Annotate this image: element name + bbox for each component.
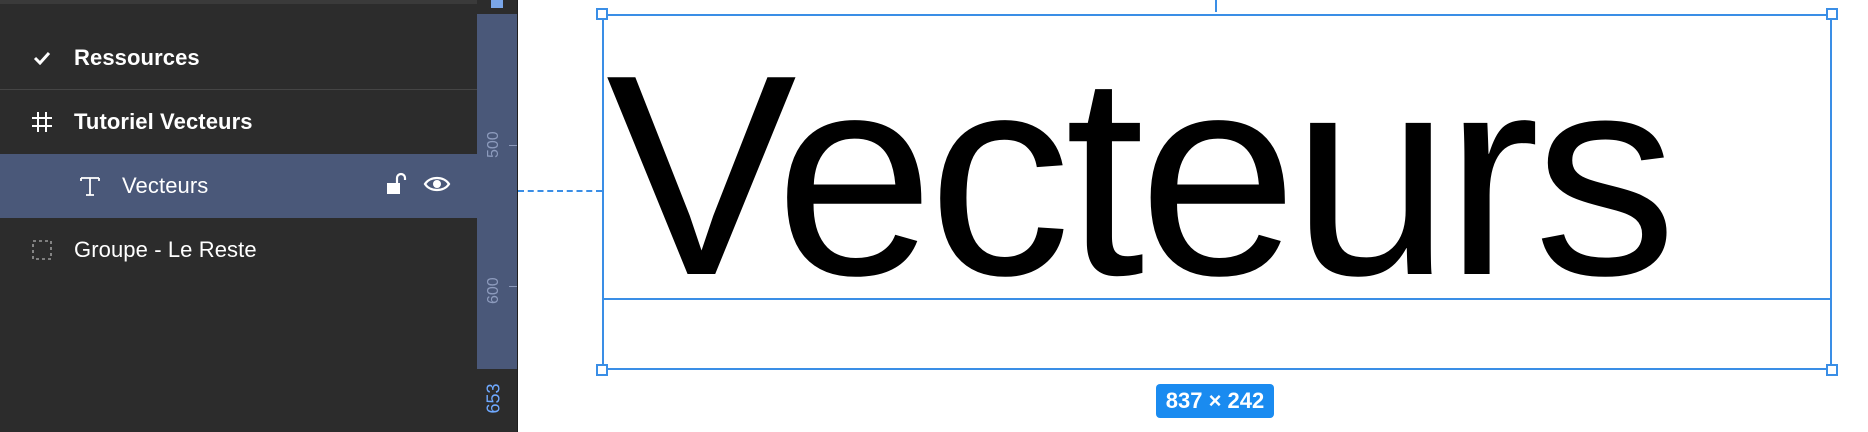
distance-guide-vertical bbox=[1215, 0, 1217, 12]
layer-label: Ressources bbox=[74, 44, 200, 70]
layer-label: Groupe - Le Reste bbox=[74, 237, 257, 262]
layer-actions bbox=[385, 154, 451, 218]
group-dashed-icon bbox=[22, 238, 62, 262]
resize-handle-top-right[interactable] bbox=[1826, 8, 1838, 20]
dimensions-badge: 837 × 242 bbox=[1156, 384, 1274, 418]
ruler-top-marker bbox=[491, 0, 503, 8]
layer-label: Vecteurs bbox=[122, 173, 209, 198]
layer-item-tutoriel-vecteurs[interactable]: Tutoriel Vecteurs bbox=[0, 90, 477, 154]
text-baseline bbox=[602, 298, 1832, 300]
layer-item-vecteurs[interactable]: Vecteurs bbox=[0, 154, 477, 218]
layer-item-groupe-le-reste[interactable]: Groupe - Le Reste bbox=[0, 218, 477, 282]
layer-item-ressources[interactable]: Ressources bbox=[0, 26, 477, 90]
vertical-ruler: 500 600 653 bbox=[477, 0, 518, 432]
unlock-icon[interactable] bbox=[385, 172, 407, 201]
resize-handle-top-left[interactable] bbox=[596, 8, 608, 20]
resize-handle-bottom-left[interactable] bbox=[596, 364, 608, 376]
ruler-label-500: 500 bbox=[485, 131, 502, 158]
frame-grid-icon bbox=[22, 110, 62, 134]
text-icon bbox=[70, 174, 110, 198]
ruler-tick bbox=[509, 145, 517, 146]
panel-divider bbox=[0, 0, 477, 4]
check-icon bbox=[22, 51, 62, 65]
ruler-label-600: 600 bbox=[485, 277, 502, 304]
layer-label: Tutoriel Vecteurs bbox=[74, 109, 253, 134]
canvas[interactable]: Vecteurs 837 × 242 bbox=[518, 0, 1868, 432]
layers-panel: Ressources Tutoriel Vecteurs Vecteurs Gr… bbox=[0, 0, 477, 432]
selection-box[interactable] bbox=[602, 14, 1832, 370]
eye-icon[interactable] bbox=[423, 174, 451, 199]
ruler-selection-range bbox=[477, 14, 517, 369]
ruler-label-653: 653 bbox=[483, 383, 504, 414]
ruler-tick bbox=[509, 286, 517, 287]
distance-guide-horizontal bbox=[518, 190, 602, 192]
resize-handle-bottom-right[interactable] bbox=[1826, 364, 1838, 376]
